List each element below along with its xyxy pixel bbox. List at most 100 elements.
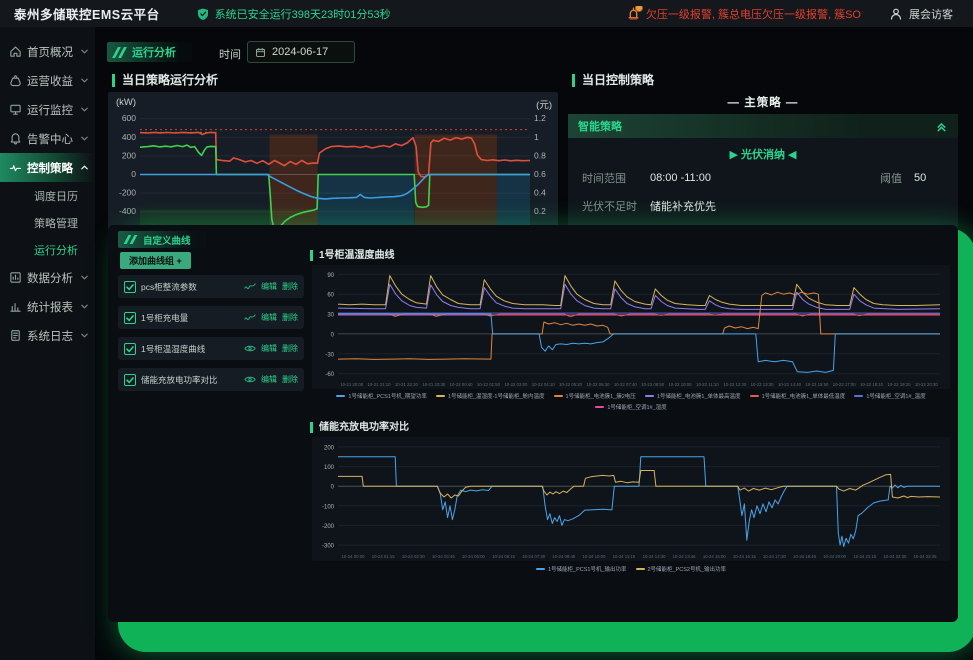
svg-text:200: 200 [122, 150, 136, 160]
curve-row[interactable]: pcs柜整流参数编辑删除 [118, 275, 304, 298]
svg-text:400: 400 [122, 132, 136, 142]
svg-text:10-24 15:00: 10-24 15:00 [703, 554, 727, 559]
delete-link[interactable]: 删除 [282, 374, 298, 385]
user-menu[interactable]: 展会访客 [889, 6, 953, 22]
sidebar-item-monitoring[interactable]: 运行监控 [0, 95, 95, 124]
legend-item[interactable]: 1号储能柜_PCS1号机_期望功率 [336, 392, 427, 400]
svg-text:10-24 03:45: 10-24 03:45 [432, 554, 456, 559]
legend-item[interactable]: 1号储能柜_电池簇1_簇2电压 [554, 392, 636, 400]
sidebar-item-home[interactable]: 首页概况 [0, 37, 95, 66]
collapse-double-chevron-up-icon[interactable] [935, 120, 948, 133]
charge-discharge-chart: 2001000-100-200-30010-24 00:0010-24 01:1… [312, 437, 950, 561]
legend-item[interactable]: 2号储能柜_PCS2号机_输出功率 [636, 565, 727, 573]
svg-text:10-24 08:45: 10-24 08:45 [552, 554, 576, 559]
shield-icon [196, 7, 210, 21]
edit-link[interactable]: 编辑 [261, 281, 277, 292]
sidebar-item-label: 运行监控 [27, 102, 75, 118]
eye-icon[interactable] [244, 375, 256, 384]
sidebar-item-system-log[interactable]: 系统日志 [0, 321, 95, 350]
legend-item[interactable]: 1号储能柜_电池簇1_单体最高温度 [645, 392, 741, 400]
legend-item[interactable]: 1号储能柜_空调1#_湿度 [595, 403, 666, 411]
chevron-down-icon [80, 273, 89, 282]
delete-link[interactable]: 删除 [282, 281, 298, 292]
pv-consumption-mode[interactable]: ▶ 光伏消纳 ◀ [568, 146, 958, 162]
delete-link[interactable]: 删除 [282, 312, 298, 323]
alarm-bell-icon[interactable] [626, 6, 641, 21]
legend-item[interactable]: 1号储能柜_空调1#_温度 [854, 392, 925, 400]
eye-icon[interactable] [244, 344, 256, 353]
svg-text:10-22 05:20: 10-22 05:20 [559, 382, 583, 387]
svg-text:-30: -30 [325, 352, 334, 358]
svg-text:10-22 12:20: 10-22 12:20 [723, 382, 747, 387]
curve-row[interactable]: 1号柜温湿度曲线 编辑删除 [118, 337, 304, 360]
legend-swatch [645, 395, 654, 398]
svg-text:30: 30 [327, 313, 334, 319]
visitor-name: 展会访客 [909, 6, 953, 22]
curve-list: pcs柜整流参数编辑删除1号柜充电量编辑删除1号柜温湿度曲线编辑删除储能充放电功… [118, 275, 304, 399]
main-strategy-subtitle: — 主策略 — [568, 94, 958, 110]
svg-text:0.6: 0.6 [534, 169, 546, 179]
safe-status-text: 系统已安全运行398天23时01分53秒 [215, 6, 391, 22]
temp-humidity-chart: 9060300-30-6010-21 20:0010-21 21:1010-21… [312, 265, 950, 389]
sidebar-item-control-strategy[interactable]: 控制策略 [0, 153, 95, 182]
svg-text:600: 600 [122, 113, 136, 123]
legend-swatch [336, 395, 345, 398]
curve-checkbox[interactable] [124, 312, 136, 324]
svg-text:10-24 00:00: 10-24 00:00 [342, 554, 366, 559]
add-curve-group-button[interactable]: 添加曲线组 + [120, 252, 191, 269]
curve-name: 储能充放电功率对比 [141, 374, 239, 386]
sidebar-item-label: 控制策略 [27, 160, 75, 176]
sidebar-subitem-strategy-manage[interactable]: 策略管理 [0, 209, 95, 236]
calendar-icon [255, 47, 266, 58]
curve-checkbox[interactable] [124, 374, 136, 386]
svg-text:10-24 02:30: 10-24 02:30 [402, 554, 426, 559]
sidebar-item-data-analysis[interactable]: 数据分析 [0, 263, 95, 292]
svg-text:0: 0 [331, 485, 335, 491]
custom-curve-modal: 自定义曲线 添加曲线组 + pcs柜整流参数编辑删除 1号柜充电量编辑删除 1号柜温… [108, 225, 958, 622]
top-header: 泰州多储联控EMS云平台 系统已安全运行398天23时01分53秒 欠压一级报警… [0, 0, 973, 27]
sidebar-item-label: 系统日志 [27, 328, 75, 344]
svg-text:10-21 20:00: 10-21 20:00 [340, 382, 364, 387]
svg-text:60: 60 [327, 293, 334, 299]
svg-text:10-24 23:45: 10-24 23:45 [914, 554, 938, 559]
alarm-ticker[interactable]: 欠压一级报警, 簇总电压欠压一级报警, 簇SO [626, 6, 861, 22]
legend-item[interactable]: 1号储能柜_PCS1号机_输出功率 [536, 565, 627, 573]
legend-item[interactable]: 1号储能柜_电池簇1_单体最低温度 [750, 392, 846, 400]
trend-icon[interactable] [244, 313, 256, 322]
edit-link[interactable]: 编辑 [261, 374, 277, 385]
svg-text:10-22 20:30: 10-22 20:30 [915, 382, 939, 387]
strategy-row: 时间范围 08:00 -11:00 阈值 50 [582, 170, 944, 186]
tab-run-analysis[interactable]: 运行分析 [107, 42, 192, 62]
curve-row[interactable]: 储能充放电功率对比 编辑删除 [118, 368, 304, 391]
sidebar-item-stat-report[interactable]: 统计报表 [0, 292, 95, 321]
tab-custom-curve[interactable]: 自定义曲线 [118, 231, 207, 248]
svg-text:10-22 14:40: 10-22 14:40 [778, 382, 802, 387]
chart-canvas: 6001.240012000.800.6-2000.4-4000.2-6000 [110, 108, 556, 240]
svg-text:10-22 10:00: 10-22 10:00 [669, 382, 693, 387]
svg-text:0.4: 0.4 [534, 188, 546, 198]
edit-link[interactable]: 编辑 [261, 312, 277, 323]
edit-link[interactable]: 编辑 [261, 343, 277, 354]
curve-name: 1号柜温湿度曲线 [141, 343, 239, 355]
sidebar-item-alarm-center[interactable]: 告警中心 [0, 124, 95, 153]
svg-text:-100: -100 [322, 504, 335, 510]
date-picker[interactable]: 2024-06-17 [247, 41, 355, 63]
data-analysis-icon [9, 271, 22, 284]
svg-text:-400: -400 [119, 206, 136, 216]
strategy-run-chart: 6001.240012000.800.6-2000.4-4000.2-6000 [110, 108, 556, 240]
legend-item[interactable]: 1号储能柜_温湿度-1号储能柜_舱内温度 [436, 392, 545, 400]
svg-text:10-21 21:10: 10-21 21:10 [368, 382, 392, 387]
smart-strategy-header[interactable]: 智能策略 [568, 114, 958, 138]
chart2-legend: 1号储能柜_PCS1号机_输出功率 2号储能柜_PCS2号机_输出功率 [312, 565, 950, 573]
delete-link[interactable]: 删除 [282, 343, 298, 354]
curve-checkbox[interactable] [124, 281, 136, 293]
sidebar-item-revenue[interactable]: 运营收益 [0, 66, 95, 95]
curve-checkbox[interactable] [124, 343, 136, 355]
sidebar-subitem-dispatch-calendar[interactable]: 调度日历 [0, 182, 95, 209]
svg-text:10-22 08:50: 10-22 08:50 [641, 382, 665, 387]
svg-text:10-22 04:10: 10-22 04:10 [532, 382, 556, 387]
chevron-down-icon [80, 302, 89, 311]
sidebar-subitem-run-analysis[interactable]: 运行分析 [0, 236, 95, 263]
trend-icon[interactable] [244, 282, 256, 291]
curve-row[interactable]: 1号柜充电量编辑删除 [118, 306, 304, 329]
